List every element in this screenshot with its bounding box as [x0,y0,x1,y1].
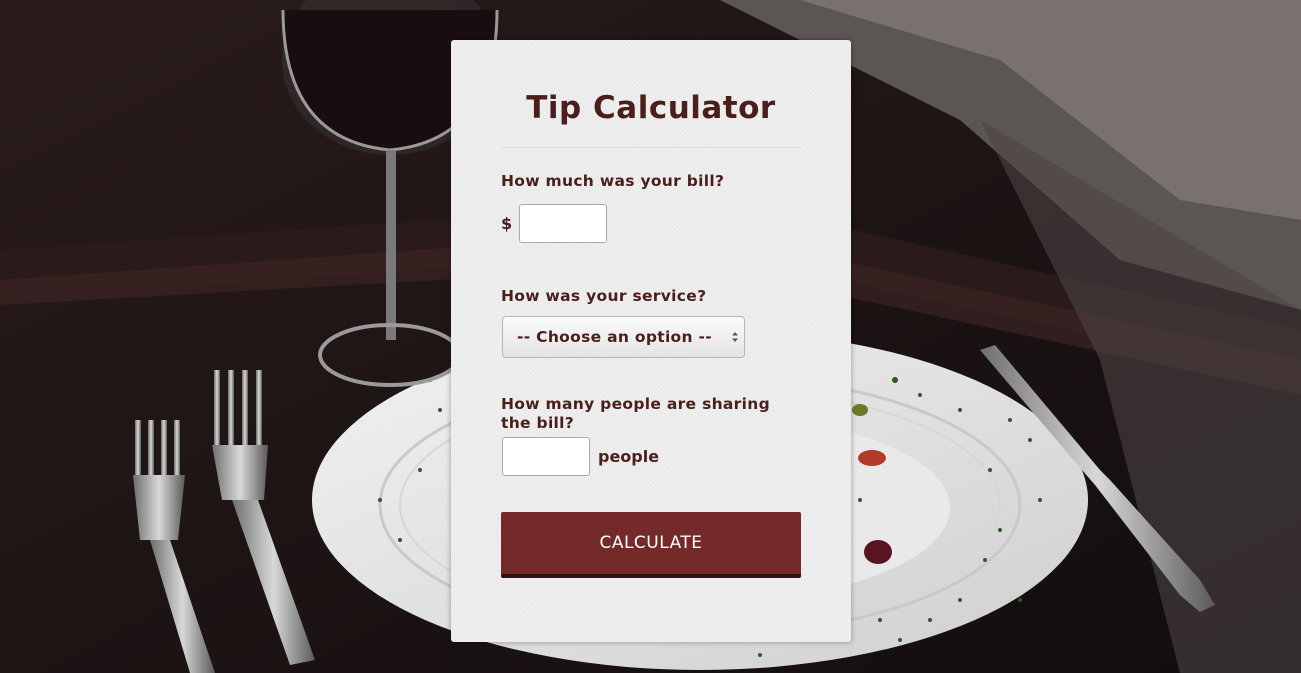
people-suffix-label: people [598,446,660,466]
tip-calculator-card: Tip Calculator How much was your bill? $… [451,40,851,642]
bill-row: $ [501,203,801,243]
updown-arrows-icon [732,332,738,342]
people-row: people [502,436,801,476]
service-select[interactable]: -- Choose an option -- [502,316,745,358]
title-divider [501,147,801,148]
service-select-value: -- Choose an option -- [517,328,713,346]
calculate-button[interactable]: CALCULATE [501,512,801,578]
bill-amount-input[interactable] [519,203,608,243]
people-count-input[interactable] [502,436,590,476]
bill-question-label: How much was your bill? [501,172,725,190]
page-title: Tip Calculator [526,90,776,126]
people-question-label: How many people are sharing the bill? [501,395,770,432]
service-question-label: How was your service? [501,287,707,305]
currency-symbol: $ [501,213,513,233]
